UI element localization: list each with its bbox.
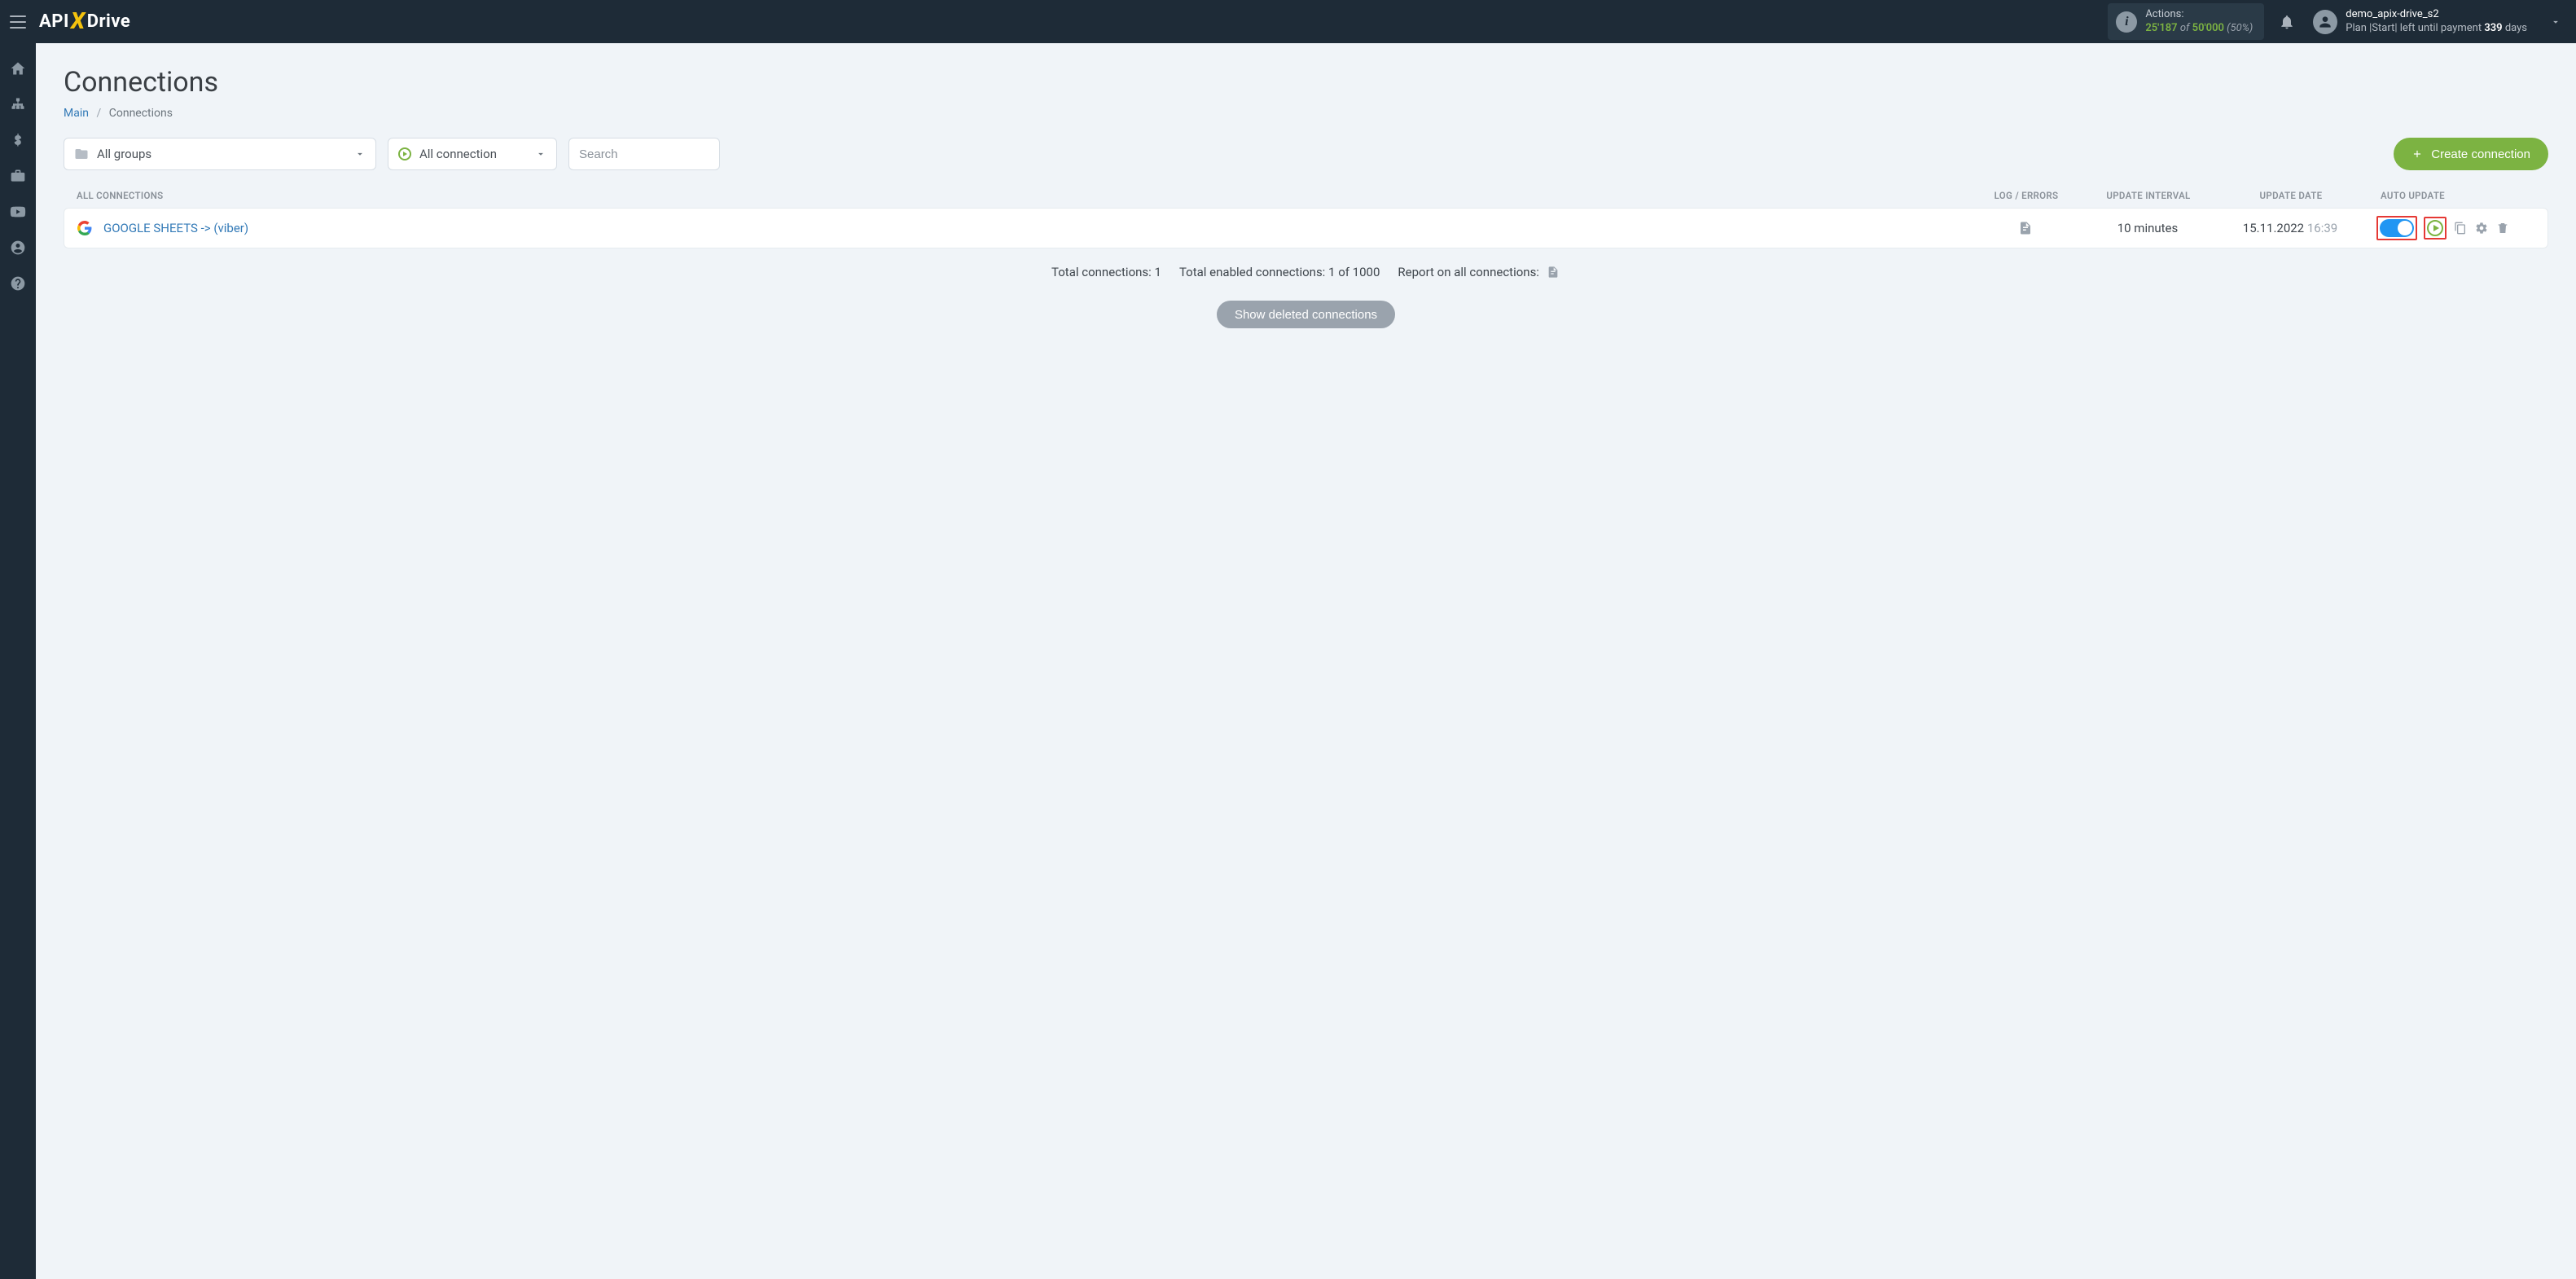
stats-row: Total connections: 1 Total enabled conne… [64,265,2548,279]
actions-label: Actions: [2145,8,2253,21]
logo-part1: API [39,11,69,32]
user-menu[interactable]: demo_apix-drive_s2 Plan |Start| left unt… [2313,8,2566,35]
table-header: ALL CONNECTIONS LOG / ERRORS UPDATE INTE… [64,185,2548,208]
chevron-down-icon [2550,16,2561,28]
logo[interactable]: API X Drive [39,8,130,35]
menu-toggle-button[interactable] [10,15,26,29]
stats-total: Total connections: 1 [1051,265,1161,279]
actions-limit: 50'000 [2192,22,2224,34]
groups-label: All groups [97,147,151,161]
logo-part2: X [71,7,86,34]
search-box[interactable] [568,138,720,170]
chevron-down-icon [535,148,546,160]
highlight-auto-toggle [2376,216,2417,240]
stats-report: Report on all connections: [1398,265,1560,279]
column-interval: UPDATE INTERVAL [2087,190,2210,201]
column-auto: AUTO UPDATE [2372,190,2535,201]
plus-icon [2411,148,2423,160]
delete-button[interactable] [2495,221,2510,235]
sidebar-item-account[interactable] [9,239,27,257]
actions-percent: (50%) [2227,22,2253,34]
actions-counter[interactable]: i Actions: 25'187 of 50'000 (50%) [2108,3,2264,40]
interval-value: 10 minutes [2087,221,2209,235]
logo-part3: Drive [87,11,131,32]
content-area: Connections Main / Connections All group… [36,43,2576,351]
user-plan: Plan |Start| left until payment 339 days [2346,22,2527,35]
folder-icon [74,147,89,161]
notifications-icon[interactable] [2279,14,2295,30]
create-connection-button[interactable]: Create connection [2394,138,2548,170]
sidebar-item-billing[interactable]: $ [9,131,27,149]
sidebar-item-tools[interactable] [9,167,27,185]
connection-name-link[interactable]: GOOGLE SHEETS -> (viber) [103,221,248,235]
breadcrumb-main[interactable]: Main [64,107,89,120]
page-title: Connections [64,66,2548,99]
status-select[interactable]: All connection [388,138,557,170]
table-row: GOOGLE SHEETS -> (viber) 10 minutes 15.1… [64,208,2548,248]
run-now-button[interactable] [2427,220,2443,236]
user-name: demo_apix-drive_s2 [2346,8,2527,21]
column-name: ALL CONNECTIONS [77,190,1965,201]
status-label: All connection [419,147,497,161]
sidebar-item-home[interactable] [9,59,27,77]
column-log: LOG / ERRORS [1965,190,2087,201]
show-deleted-button[interactable]: Show deleted connections [1217,301,1395,328]
auto-update-toggle[interactable] [2380,219,2414,237]
log-button[interactable] [2018,221,2033,235]
actions-used: 25'187 [2145,22,2177,34]
filter-row: All groups All connection Create connect… [64,138,2548,170]
google-icon [77,221,92,235]
stats-enabled: Total enabled connections: 1 of 1000 [1179,265,1380,279]
search-input[interactable] [579,147,709,161]
sidebar-item-connections[interactable] [9,95,27,113]
column-date: UPDATE DATE [2210,190,2372,201]
copy-button[interactable] [2453,221,2468,235]
svg-text:$: $ [14,134,22,148]
actions-of: of [2180,22,2190,34]
breadcrumb: Main / Connections [64,107,2548,120]
sidebar-item-help[interactable] [9,275,27,292]
header: API X Drive i Actions: 25'187 of 50'000 … [0,0,2576,43]
chevron-down-icon [354,148,366,160]
report-download-button[interactable] [1546,265,1560,279]
avatar-icon [2313,10,2337,34]
settings-button[interactable] [2474,221,2489,235]
sidebar: $ [0,43,36,1279]
play-icon [398,147,411,160]
breadcrumb-current: Connections [109,107,173,120]
sidebar-item-video[interactable] [9,203,27,221]
date-value: 15.11.2022 16:39 [2209,221,2372,235]
info-icon: i [2116,11,2137,33]
groups-select[interactable]: All groups [64,138,376,170]
highlight-run-button [2424,217,2447,240]
